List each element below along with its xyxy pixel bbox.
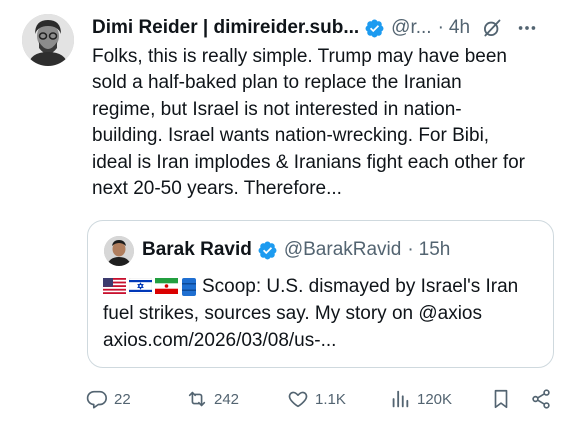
quoted-author-avatar[interactable] (104, 236, 134, 266)
quoted-text-line2: fuel strikes, sources say. My story on @… (103, 303, 482, 324)
post-header: Dimi Reider | dimireider.sub... @r... · … (92, 14, 562, 42)
separator-dot: · (437, 17, 444, 38)
bookmark-icon (490, 388, 512, 410)
grok-icon[interactable] (482, 18, 502, 38)
post-time[interactable]: 4h (449, 17, 470, 39)
reply-icon (86, 388, 108, 410)
share-icon (530, 388, 552, 410)
repost-count: 242 (214, 390, 240, 408)
flag-israel-icon (129, 278, 152, 294)
quoted-link[interactable]: axios.com/2026/03/08/us-... (103, 330, 336, 351)
flag-iran-icon (155, 278, 178, 294)
like-count: 1.1K (315, 390, 346, 408)
post-text: Folks, this is really simple. Trump may … (92, 46, 526, 200)
verified-badge-icon[interactable] (364, 18, 385, 39)
quoted-text-line1: Scoop: U.S. dismayed by Israel's Iran (202, 276, 519, 297)
action-bar: 22 242 1.1K 120K (86, 386, 556, 412)
like-button[interactable]: 1.1K (287, 386, 346, 412)
share-button[interactable] (530, 386, 552, 412)
reply-button[interactable]: 22 (86, 386, 131, 412)
quoted-post-header: Barak Ravid @BarakRavid · 15h (142, 235, 543, 265)
repost-icon (186, 388, 208, 410)
quoted-author-handle[interactable]: @BarakRavid (284, 239, 402, 261)
quoted-author-name[interactable]: Barak Ravid (142, 239, 252, 261)
more-icon[interactable] (516, 17, 538, 39)
views-icon (389, 388, 411, 410)
author-handle[interactable]: @r... (391, 17, 431, 39)
reply-count: 22 (114, 390, 131, 408)
flag-us-icon (103, 278, 126, 294)
quoted-post[interactable]: Barak Ravid @BarakRavid · 15h Scoop: U.S… (87, 220, 554, 368)
separator-dot: · (407, 239, 414, 260)
author-name[interactable]: Dimi Reider | dimireider.sub... (92, 17, 359, 39)
author-avatar[interactable] (22, 14, 74, 66)
verified-badge-icon[interactable] (257, 240, 278, 261)
views-button[interactable]: 120K (389, 386, 452, 412)
quoted-post-time[interactable]: 15h (419, 239, 451, 261)
quoted-post-text: Scoop: U.S. dismayed by Israel's Iran fu… (103, 273, 543, 354)
like-icon (287, 388, 309, 410)
bookmark-button[interactable] (490, 386, 512, 412)
views-count: 120K (417, 390, 453, 408)
repost-button[interactable]: 242 (186, 386, 239, 412)
flag-emoji-group (103, 278, 197, 296)
oil-barrel-icon (181, 278, 197, 296)
